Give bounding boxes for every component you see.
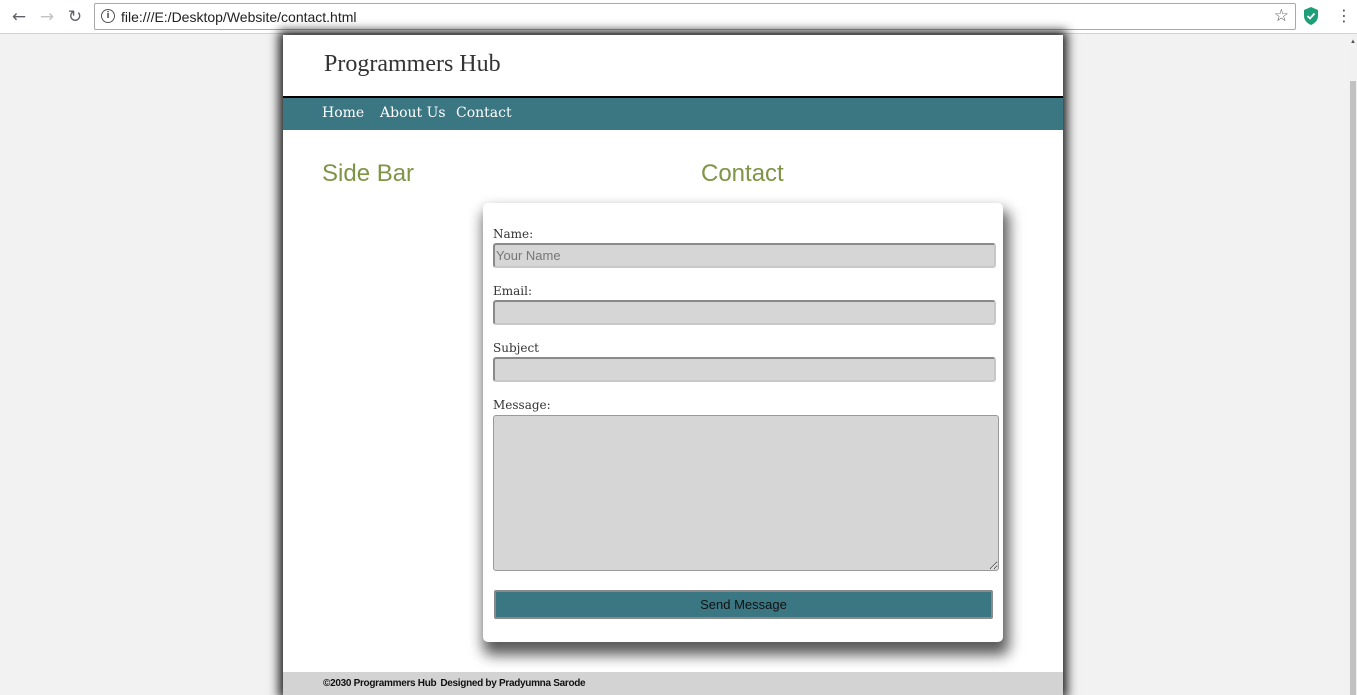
info-icon[interactable]: i: [101, 9, 115, 23]
site-header: Programmers Hub: [283, 35, 1063, 98]
nav-link-home[interactable]: Home: [322, 105, 364, 121]
sidebar-title: Side Bar: [322, 160, 415, 187]
scroll-thumb[interactable]: [1350, 81, 1356, 695]
page-container: Programmers Hub Home About Us Contact Si…: [283, 35, 1063, 695]
message-label: Message:: [493, 398, 551, 412]
forward-arrow-icon[interactable]: →: [36, 6, 58, 28]
scroll-up-arrow-icon[interactable]: ▲: [1349, 39, 1357, 45]
name-input[interactable]: [493, 243, 996, 268]
contact-form: Name: Email: Subject Message: Send Messa…: [483, 203, 1003, 642]
email-label: Email:: [493, 284, 533, 298]
address-bar[interactable]: i file:///E:/Desktop/Website/contact.htm…: [94, 3, 1296, 30]
browser-toolbar: ← → ↻ i file:///E:/Desktop/Website/conta…: [0, 0, 1357, 34]
site-title: Programmers Hub: [324, 51, 501, 77]
footer-copyright: ©2030 Programmers Hub: [323, 678, 437, 689]
footer-text: ©2030 Programmers Hub Designed by Pradyum…: [323, 678, 586, 689]
send-message-button[interactable]: Send Message: [494, 590, 993, 619]
kebab-menu-icon[interactable]: ⋮: [1336, 5, 1352, 27]
subject-input[interactable]: [493, 357, 996, 382]
page-scrollbar[interactable]: ▲: [1349, 35, 1357, 695]
reload-icon[interactable]: ↻: [64, 6, 86, 28]
back-arrow-icon[interactable]: ←: [8, 6, 30, 28]
main-nav: Home About Us Contact: [283, 98, 1063, 130]
message-textarea[interactable]: [493, 415, 999, 571]
subject-label: Subject: [493, 341, 539, 355]
contact-title: Contact: [701, 160, 784, 187]
nav-link-about-us[interactable]: About Us: [380, 105, 446, 121]
nav-link-contact[interactable]: Contact: [456, 105, 512, 121]
email-input[interactable]: [493, 300, 996, 325]
footer-designer: Designed by Pradyumna Sarode: [440, 678, 586, 689]
name-label: Name:: [493, 227, 534, 241]
site-footer: ©2030 Programmers Hub Designed by Pradyum…: [283, 672, 1063, 695]
shield-icon[interactable]: [1303, 6, 1319, 26]
url-text[interactable]: file:///E:/Desktop/Website/contact.html: [121, 9, 357, 25]
star-icon[interactable]: ☆: [1274, 6, 1289, 26]
